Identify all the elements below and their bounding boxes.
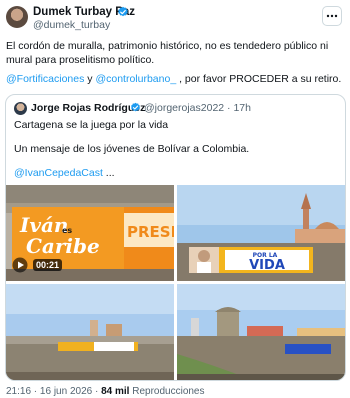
wall-banner-photo: Iván es Caribe PRESI (6, 185, 174, 281)
quote-time[interactable]: 17h (233, 102, 251, 114)
mention-link[interactable]: @IvanCepedaCast (14, 167, 103, 179)
mention-link[interactable]: @Fortificaciones (6, 73, 84, 85)
quote-text-line: Un mensaje de los jóvenes de Bolívar a C… (14, 143, 250, 155)
views-count: 84 mil (101, 386, 130, 397)
play-icon (12, 257, 28, 273)
post-time[interactable]: 21:16 (6, 386, 31, 397)
video-duration: 00:21 (33, 259, 63, 271)
avatar[interactable] (6, 6, 28, 28)
banner-text: VIDA (249, 258, 285, 273)
footer-separator: · (92, 386, 102, 397)
banner-text: Caribe (26, 234, 100, 258)
mention-link[interactable]: @controlurbano_ (95, 73, 176, 85)
more-icon (326, 14, 338, 18)
media-video-thumbnail[interactable]: Iván es Caribe PRESI 00:21 (6, 185, 174, 281)
wall-photo (6, 284, 174, 380)
media-photo[interactable] (6, 284, 174, 380)
quote-text-line: Cartagena se la juega por la vida (14, 119, 169, 131)
mention-connector: y (84, 73, 96, 85)
more-options-button[interactable] (322, 6, 342, 26)
quote-avatar[interactable] (14, 102, 27, 115)
tweet-mentions-line: @Fortificaciones y @controlurbano_ , por… (6, 73, 346, 87)
quote-meta: @jorgerojas2022 · 17h (144, 102, 251, 115)
verified-badge-icon (118, 6, 128, 17)
tweet-footer: 21:16 · 16 jun 2026 · 84 mil Reproduccio… (6, 386, 205, 398)
author-handle[interactable]: @dumek_turbay (33, 19, 110, 32)
tweet-text-tail: , por favor PROCEDER a su retiro. (176, 73, 342, 85)
banner-text: PRESI (127, 223, 174, 241)
media-photo[interactable] (177, 284, 345, 380)
media-photo[interactable]: POR LA VIDA (177, 185, 345, 281)
quote-text-line: @IvanCepedaCast ... (14, 167, 115, 180)
quote-ellipsis: ... (102, 167, 115, 179)
quoted-tweet[interactable]: Jorge Rojas Rodríguez @jorgerojas2022 · … (5, 94, 346, 381)
views-label: Reproducciones (129, 386, 205, 397)
fortress-photo (177, 284, 345, 380)
cathedral-banner-photo: POR LA VIDA (177, 185, 345, 281)
footer-separator: · (31, 386, 40, 397)
verified-badge-icon (131, 102, 140, 112)
quote-author-handle[interactable]: @jorgerojas2022 (144, 102, 224, 114)
quote-author-name[interactable]: Jorge Rojas Rodríguez (31, 102, 145, 115)
post-date[interactable]: 16 jun 2026 (40, 386, 92, 397)
tweet-text: El cordón de muralla, patrimonio históri… (6, 40, 329, 66)
tweet-card: Dumek Turbay Paz @dumek_turbay El cordón… (0, 0, 350, 398)
